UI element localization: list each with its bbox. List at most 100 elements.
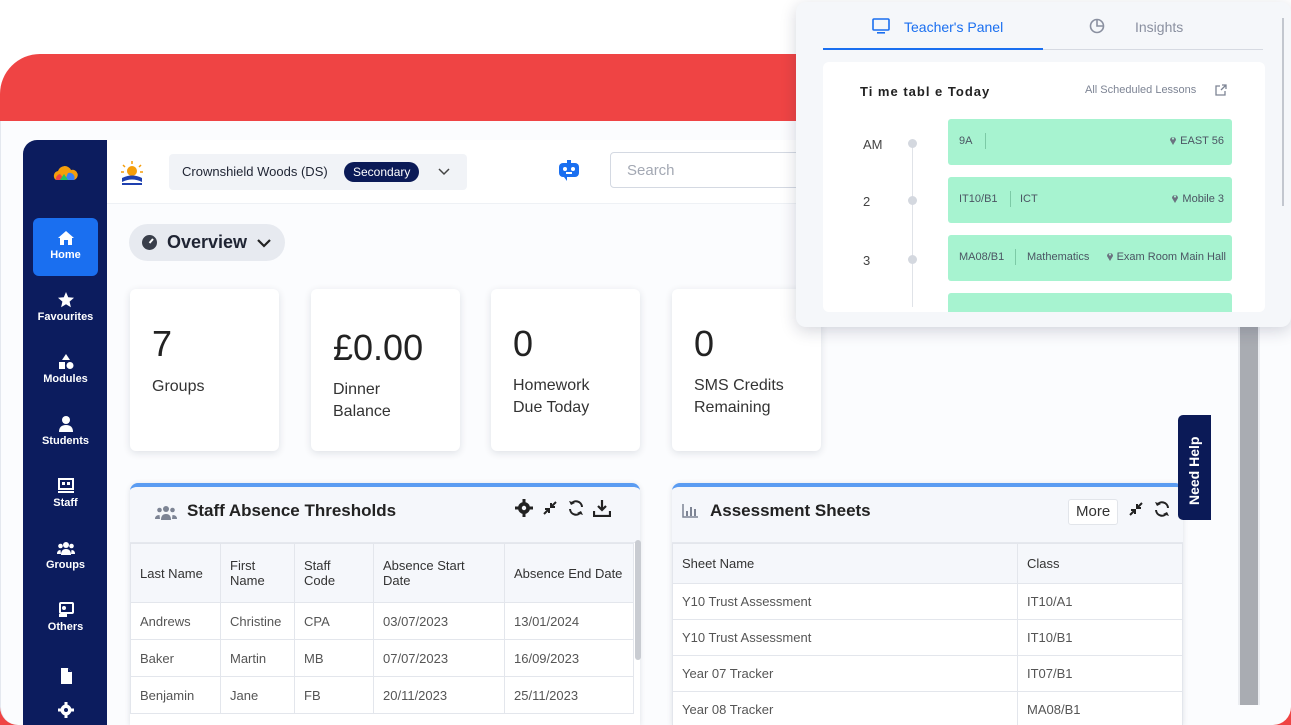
tab-teachers-panel[interactable]: Teacher's Panel: [823, 16, 1043, 50]
stat-value: 0: [513, 323, 534, 364]
table-row[interactable]: Andrews Christine CPA 03/07/2023 13/01/2…: [130, 602, 634, 640]
stat-label: Groups: [152, 378, 205, 395]
phase-badge: Secondary: [344, 162, 420, 182]
table-cell: Year 07 Tracker: [672, 655, 1018, 692]
table-row[interactable]: Y10 Trust Assessment IT10/A1: [672, 583, 1183, 620]
overview-label: Overview: [167, 232, 248, 252]
table-scrollbar[interactable]: [635, 540, 641, 660]
column-header[interactable]: Absence End Date: [504, 543, 634, 603]
column-header[interactable]: Sheet Name: [672, 543, 1018, 584]
download-icon[interactable]: [593, 499, 611, 517]
table-cell: Y10 Trust Assessment: [672, 583, 1018, 620]
stat-card-homework[interactable]: 0 Homework Due Today: [491, 289, 640, 451]
tab-label: Insights: [1135, 19, 1184, 35]
sidebar-item-home[interactable]: Home: [33, 218, 98, 276]
widget-title: Assessment Sheets: [710, 501, 871, 520]
all-scheduled-lessons-link[interactable]: All Scheduled Lessons: [1085, 84, 1196, 96]
sidebar-item-others[interactable]: Others: [33, 590, 98, 648]
table-cell: Christine: [220, 602, 295, 640]
timeline-dot: [908, 255, 917, 264]
lesson-block[interactable]: 9A EAST 56: [948, 119, 1232, 165]
table-row[interactable]: Baker Martin MB 07/07/2023 16/09/2023: [130, 639, 634, 677]
sidebar-item-groups[interactable]: Groups: [33, 528, 98, 586]
panel-scrollbar[interactable]: [1282, 18, 1284, 206]
table-cell: 07/07/2023: [373, 639, 505, 677]
school-selector[interactable]: Crownshield Woods (DS) Secondary: [169, 154, 467, 190]
staff-icon: [57, 478, 74, 493]
school-emblem-icon: [121, 161, 143, 185]
star-icon: [57, 292, 74, 308]
sidebar-item-modules[interactable]: Modules: [33, 342, 98, 400]
refresh-icon[interactable]: [1153, 500, 1171, 518]
lesson-room: EAST 56: [1169, 135, 1224, 147]
period-label: AM: [863, 137, 883, 152]
chatbot-icon[interactable]: [557, 160, 581, 182]
column-header[interactable]: Class: [1017, 543, 1183, 584]
sidebar-item-students[interactable]: Students: [33, 404, 98, 462]
stat-value: 0: [694, 323, 715, 364]
refresh-icon[interactable]: [567, 499, 585, 517]
sidebar-item-favourites[interactable]: Favourites: [33, 280, 98, 338]
lesson-subject: ICT: [1020, 193, 1038, 205]
collapse-icon[interactable]: [1127, 500, 1145, 518]
table-cell: IT10/A1: [1017, 583, 1183, 620]
more-button[interactable]: More: [1068, 499, 1119, 525]
user-icon: [58, 416, 73, 432]
column-header[interactable]: Absence Start Date: [373, 543, 505, 603]
table-cell: 13/01/2024: [504, 602, 634, 640]
page-scrollbar-thumb[interactable]: [1240, 312, 1258, 705]
widget-title: Staff Absence Thresholds: [187, 501, 397, 520]
stat-card-groups[interactable]: 7 Groups: [130, 289, 279, 451]
lesson-subject: Mathematics: [1027, 251, 1090, 263]
sidebar-item-documents[interactable]: [33, 658, 98, 694]
period-label: 2: [863, 194, 871, 209]
tab-insights[interactable]: Insights: [1043, 16, 1263, 50]
table-row[interactable]: Y10 Trust Assessment IT10/B1: [672, 619, 1183, 656]
sidebar-item-label: Favourites: [37, 311, 94, 323]
search-input[interactable]: [610, 152, 810, 188]
lesson-block[interactable]: MA08/B1 Mathematics Exam Room Main Hall: [948, 235, 1232, 281]
collapse-icon[interactable]: [541, 499, 559, 517]
bar-chart-icon: [682, 504, 698, 518]
home-icon: [57, 231, 74, 245]
stat-card-dinner-balance[interactable]: £0.00 Dinner Balance: [311, 289, 460, 451]
lesson-group: MA08/B1: [959, 251, 1005, 263]
lesson-room: Exam Room Main Hall: [1106, 251, 1226, 263]
users-icon: [56, 542, 75, 555]
gauge-icon: [142, 235, 157, 250]
users-icon: [155, 506, 177, 520]
sidebar: Home Favourites Modules Students Staff G…: [23, 140, 107, 725]
table-row[interactable]: Year 07 Tracker IT07/B1: [672, 655, 1183, 692]
sidebar-item-settings[interactable]: [33, 696, 98, 725]
table-row[interactable]: Benjamin Jane FB 20/11/2023 25/11/2023: [130, 676, 634, 714]
sidebar-item-staff[interactable]: Staff: [33, 466, 98, 524]
column-header[interactable]: Staff Code: [294, 543, 374, 603]
table-cell: MA08/B1: [1017, 691, 1183, 725]
timetable-card: Ti me tabl e Today All Scheduled Lessons…: [823, 62, 1265, 312]
table-cell: 16/09/2023: [504, 639, 634, 677]
lesson-divider: [1015, 249, 1016, 265]
table-cell: MB: [294, 639, 374, 677]
table-cell: FB: [294, 676, 374, 714]
column-header[interactable]: First Name: [220, 543, 295, 603]
sidebar-item-label: Home: [50, 249, 81, 261]
gear-icon[interactable]: [515, 499, 533, 517]
lesson-group: IT10/B1: [959, 193, 998, 205]
document-icon: [60, 668, 72, 684]
chevron-down-icon: [438, 168, 450, 176]
lesson-block[interactable]: IT10/B1 ICT Mobile 3: [948, 177, 1232, 223]
lesson-block[interactable]: [948, 293, 1232, 312]
column-header[interactable]: Last Name: [130, 543, 221, 603]
sidebar-item-label: Staff: [53, 497, 78, 509]
top-bar: Crownshield Woods (DS) Secondary: [107, 140, 810, 204]
absence-table: Last Name First Name Staff Code Absence …: [130, 543, 634, 714]
need-help-button[interactable]: Need Help: [1178, 415, 1211, 520]
sidebar-item-label: Others: [47, 621, 84, 633]
lesson-room-text: Exam Room Main Hall: [1116, 251, 1226, 263]
external-link-icon[interactable]: [1215, 84, 1227, 96]
period-label: PM: [863, 310, 893, 312]
overview-dropdown[interactable]: Overview: [129, 224, 285, 261]
need-help-label: Need Help: [1186, 436, 1202, 505]
table-row[interactable]: Year 08 Tracker MA08/B1: [672, 691, 1183, 725]
stat-value: £0.00: [333, 327, 424, 368]
